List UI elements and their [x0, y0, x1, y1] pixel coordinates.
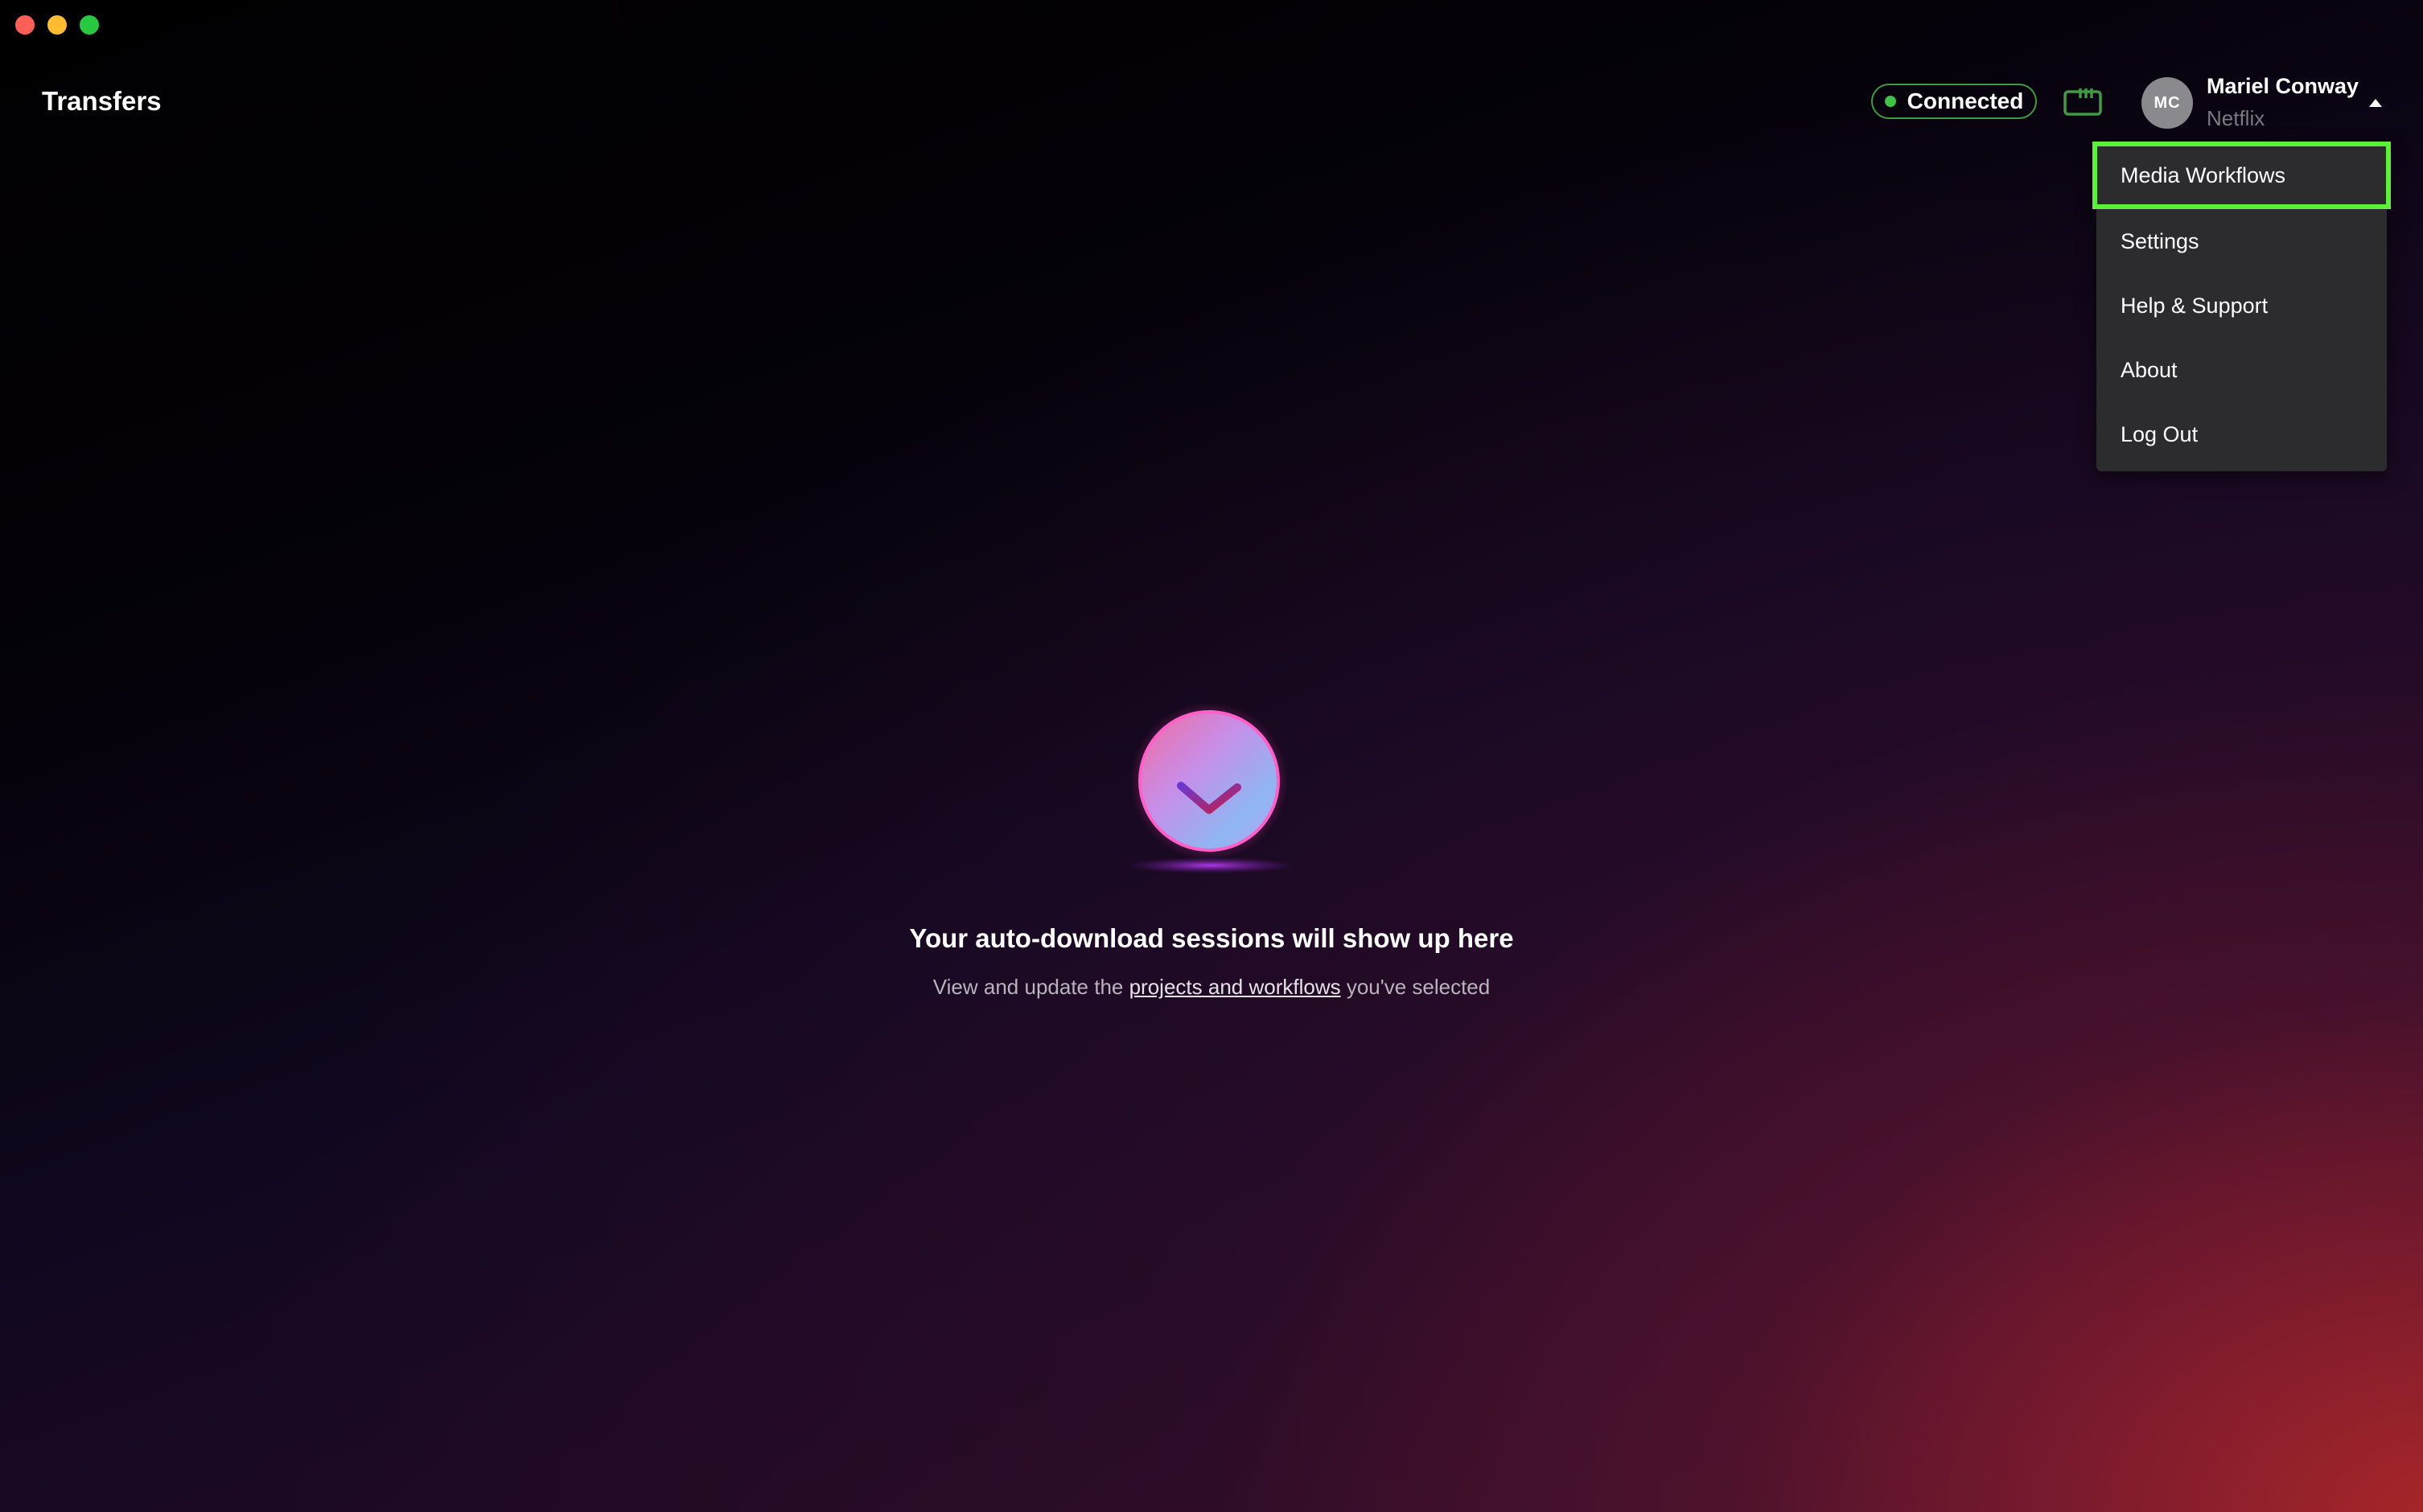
menu-item-help-support[interactable]: Help & Support [2096, 273, 2387, 338]
menu-item-about[interactable]: About [2096, 338, 2387, 402]
projects-workflows-link[interactable]: projects and workflows [1129, 975, 1341, 999]
download-arrow-icon [1126, 702, 1295, 885]
close-window-button[interactable] [15, 15, 35, 35]
caret-up-icon[interactable] [2368, 97, 2383, 112]
user-menu-dropdown: Media Workflows Settings Help & Support … [2092, 142, 2391, 471]
menu-item-settings[interactable]: Settings [2096, 209, 2387, 273]
storage-icon[interactable] [2063, 87, 2103, 123]
minimize-window-button[interactable] [47, 15, 67, 35]
empty-state-subtitle: View and update the projects and workflo… [0, 975, 2423, 1000]
connection-status-badge: Connected [1871, 84, 2037, 119]
user-name[interactable]: Mariel Conway [2207, 74, 2359, 99]
empty-state-sub-suffix: you've selected [1340, 975, 1491, 999]
window-controls [15, 15, 99, 35]
avatar[interactable]: MC [2141, 77, 2193, 129]
page-title: Transfers [42, 86, 162, 116]
user-organization: Netflix [2207, 106, 2265, 130]
empty-state-sub-prefix: View and update the [932, 975, 1129, 999]
zoom-window-button[interactable] [80, 15, 99, 35]
menu-item-media-workflows[interactable]: Media Workflows [2092, 142, 2391, 209]
status-dot-icon [1884, 96, 1896, 107]
app-window: Transfers Connected MC Mariel Conway Net… [0, 0, 2423, 1512]
menu-item-log-out[interactable]: Log Out [2096, 402, 2387, 466]
empty-state-heading: Your auto-download sessions will show up… [909, 923, 1514, 953]
connection-status-label: Connected [1907, 88, 2024, 113]
